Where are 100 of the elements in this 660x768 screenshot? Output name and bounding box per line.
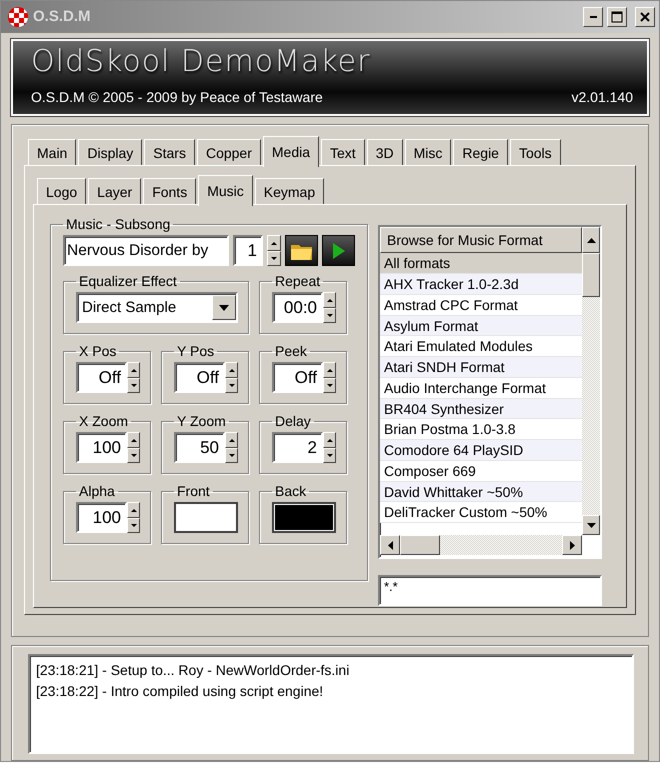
number-field[interactable]: Off: [174, 362, 225, 394]
number-field[interactable]: 50: [174, 432, 225, 464]
spin-up-button[interactable]: [323, 292, 336, 308]
list-item[interactable]: Comodore 64 PlaySID: [380, 440, 582, 461]
spin-up-button[interactable]: [127, 432, 140, 448]
spin-down-button[interactable]: [127, 448, 140, 464]
spin-down-button[interactable]: [127, 378, 140, 394]
down-arrow-icon: [326, 314, 332, 318]
spin-up-button[interactable]: [323, 362, 336, 378]
list-item[interactable]: Asylum Format: [380, 316, 582, 336]
group-label: X Zoom: [78, 414, 130, 428]
scroll-left-button[interactable]: [380, 535, 400, 556]
spin-up-button[interactable]: [127, 502, 140, 518]
list-item[interactable]: David Whittaker ~50%: [380, 482, 582, 502]
column-header[interactable]: Browse for Music Format: [380, 227, 582, 254]
close-button[interactable]: [635, 6, 655, 27]
list-item[interactable]: DeliTracker Custom ~50%: [380, 502, 582, 524]
tab[interactable]: Main: [28, 139, 76, 166]
spin-up-button[interactable]: [225, 432, 238, 448]
up-arrow-icon: [228, 368, 234, 372]
maximize-button[interactable]: [607, 6, 627, 27]
list-item[interactable]: Atari SNDH Format: [380, 357, 582, 378]
group-label: Repeat: [274, 274, 322, 288]
log-line: [23:18:22] - Intro compiled using script engine!: [36, 682, 324, 701]
maximize-icon: [611, 10, 623, 23]
spin-down-button[interactable]: [323, 448, 336, 464]
number-field[interactable]: Off: [76, 362, 127, 394]
window-title: O.S.D.M: [33, 6, 91, 27]
spin-up-button[interactable]: [267, 235, 281, 251]
version-text: v2.01.140: [572, 88, 633, 108]
list-item[interactable]: Audio Interchange Format: [380, 378, 582, 399]
up-arrow-icon: [326, 438, 332, 442]
play-icon: [332, 242, 346, 260]
scroll-thumb[interactable]: [400, 535, 440, 556]
tab[interactable]: Misc: [404, 139, 452, 166]
scroll-right-button[interactable]: [562, 535, 582, 556]
spin-down-button[interactable]: [225, 378, 238, 394]
color-swatch[interactable]: [174, 502, 238, 534]
tab[interactable]: Display: [78, 139, 142, 166]
number-field[interactable]: Off: [272, 362, 323, 394]
tab[interactable]: Logo: [37, 178, 86, 204]
tab[interactable]: Text: [321, 139, 365, 166]
minimize-button[interactable]: [583, 6, 603, 27]
tab[interactable]: Fonts: [143, 178, 196, 204]
tab[interactable]: Tools: [510, 139, 561, 166]
down-arrow-icon: [130, 384, 136, 388]
down-arrow-icon: [228, 384, 234, 388]
dropdown-button[interactable]: [212, 295, 236, 320]
up-arrow-icon: [228, 438, 234, 442]
tab[interactable]: 3D: [366, 139, 403, 166]
tab[interactable]: Media: [262, 136, 320, 168]
tab[interactable]: Stars: [144, 139, 195, 166]
list-item[interactable]: BR404 Synthesizer: [380, 398, 582, 420]
group-label: Peek: [274, 344, 308, 358]
tab[interactable]: Music: [198, 175, 253, 206]
number-field[interactable]: 100: [76, 432, 127, 464]
open-folder-button[interactable]: [285, 235, 318, 266]
spin-up-button[interactable]: [225, 362, 238, 378]
list-item[interactable]: AHX Tracker 1.0-2.3d: [380, 274, 582, 295]
scroll-up-button[interactable]: [582, 227, 600, 254]
spin-down-button[interactable]: [323, 378, 336, 394]
spin-down-button[interactable]: [323, 308, 336, 324]
close-icon: [640, 12, 650, 22]
spin-up-button[interactable]: [127, 362, 140, 378]
list-item[interactable]: Atari Emulated Modules: [380, 336, 582, 358]
down-arrow-icon: [228, 454, 234, 458]
spin-down-button[interactable]: [267, 250, 281, 266]
list-item[interactable]: All formats: [380, 253, 582, 274]
down-arrow-icon: [271, 257, 277, 260]
tab[interactable]: Layer: [88, 178, 142, 204]
list-item[interactable]: Brian Postma 1.0-3.8: [380, 419, 582, 440]
minimize-icon: [590, 16, 596, 18]
number-field[interactable]: 100: [76, 502, 127, 534]
scroll-down-button[interactable]: [582, 515, 600, 536]
equalizer-dropdown[interactable]: Direct Sample: [76, 292, 238, 324]
logo-text: OldSkool DemoMaker: [31, 44, 372, 78]
up-arrow-icon: [130, 368, 136, 372]
list-item[interactable]: Composer 669: [380, 460, 582, 482]
tab[interactable]: Keymap: [254, 178, 324, 204]
number-field[interactable]: 2: [272, 432, 323, 464]
play-button[interactable]: [322, 235, 355, 266]
up-arrow-icon: [326, 368, 332, 372]
scroll-thumb[interactable]: [582, 253, 600, 298]
down-arrow-icon: [326, 454, 332, 458]
song-field[interactable]: Nervous Disorder by: [63, 235, 229, 266]
filter-field[interactable]: *.*: [378, 575, 602, 606]
copyright-text: O.S.D.M © 2005 - 2009 by Peace of Testaware: [31, 88, 323, 108]
time-field[interactable]: 00:0: [272, 292, 323, 324]
list-item[interactable]: Amstrad CPC Format: [380, 294, 582, 316]
spin-down-button[interactable]: [225, 448, 238, 464]
group-label: Alpha: [78, 484, 116, 498]
group-label: Front: [176, 484, 211, 498]
color-swatch[interactable]: [272, 502, 336, 534]
spin-up-button[interactable]: [323, 432, 336, 448]
group-label: Music - Subsong: [65, 217, 172, 232]
tab[interactable]: Regie: [453, 139, 508, 166]
left-arrow-icon: [388, 540, 392, 550]
spin-down-button[interactable]: [127, 518, 140, 534]
tab[interactable]: Copper: [196, 139, 261, 166]
subsong-field[interactable]: 1: [233, 235, 263, 266]
